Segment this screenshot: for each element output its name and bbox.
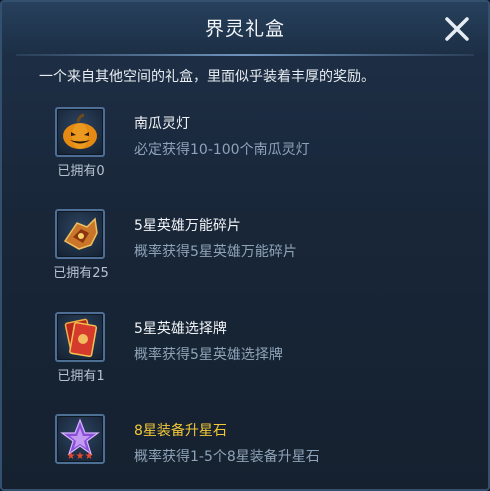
star-rating: ★★★ [66, 451, 94, 462]
hero-fragment-icon [63, 217, 98, 250]
reward-info: 概率获得1-5个8星装备升星石 [134, 449, 320, 465]
owned-count: 已拥有25 [53, 266, 109, 281]
owned-count: 已拥有1 [57, 369, 105, 384]
reward-icon-frame[interactable] [55, 107, 105, 157]
reward-item: ★★★ 8星装备升星石 概率获得1-5个8星装备升星石 [24, 404, 466, 489]
pumpkin-lantern-icon [63, 113, 97, 149]
reward-item: 已拥有25 5星英雄万能碎片 概率获得5星英雄万能碎片 [24, 199, 466, 289]
reward-info: 必定获得10-100个南瓜灵灯 [134, 142, 310, 158]
reward-info: 概率获得5星英雄万能碎片 [134, 244, 297, 260]
close-button[interactable] [444, 16, 470, 42]
reward-list[interactable]: 已拥有0 南瓜灵灯 必定获得10-100个南瓜灵灯 已拥有25 5星英雄万能碎片… [24, 97, 466, 489]
dialog-description: 一个来自其他空间的礼盒，里面似乎装着丰厚的奖励。 [39, 69, 375, 85]
reward-name: 5星英雄万能碎片 [134, 218, 241, 234]
dialog-header: 界灵礼盒 [2, 2, 488, 54]
header-divider [16, 54, 474, 56]
reward-item: 已拥有1 5星英雄选择牌 概率获得5星英雄选择牌 [24, 302, 466, 392]
reward-name: 5星英雄选择牌 [134, 321, 227, 337]
reward-name: 南瓜灵灯 [134, 116, 190, 132]
owned-count: 已拥有0 [57, 164, 105, 179]
gift-box-dialog: 界灵礼盒 一个来自其他空间的礼盒，里面似乎装着丰厚的奖励。 已拥有0 南瓜灵灯 [0, 0, 490, 491]
dialog-title: 界灵礼盒 [204, 18, 285, 40]
reward-icon-frame[interactable] [55, 312, 105, 362]
reward-info: 概率获得5星英雄选择牌 [134, 347, 283, 363]
hero-card-icon [64, 318, 98, 358]
close-icon [445, 17, 469, 41]
reward-icon-frame[interactable] [55, 209, 105, 259]
reward-item: 已拥有0 南瓜灵灯 必定获得10-100个南瓜灵灯 [24, 97, 466, 187]
reward-icon-frame[interactable]: ★★★ [55, 414, 105, 464]
reward-name: 8星装备升星石 [134, 423, 227, 439]
